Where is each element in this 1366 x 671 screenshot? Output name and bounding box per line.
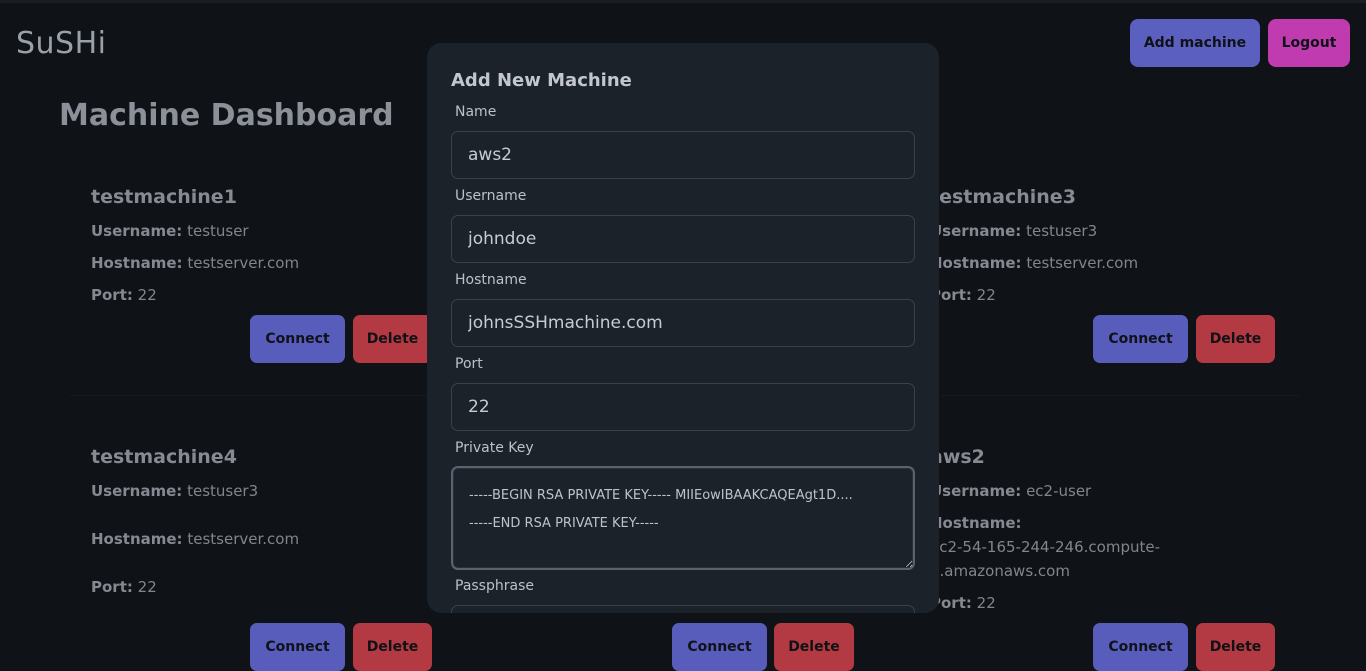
hostname-field[interactable] bbox=[451, 299, 915, 347]
machine-name: testmachine4 bbox=[91, 446, 237, 468]
name-label: Name bbox=[455, 104, 497, 120]
port-row: Port: 22 bbox=[930, 286, 996, 304]
passphrase-label: Passphrase bbox=[455, 578, 534, 594]
machine-card: testmachine1 Username: testuser Hostname… bbox=[91, 186, 432, 366]
page-title: Machine Dashboard bbox=[59, 98, 394, 133]
name-field[interactable] bbox=[451, 131, 915, 179]
logout-button[interactable]: Logout bbox=[1268, 19, 1350, 67]
username-row: Username: ec2-user bbox=[930, 482, 1092, 500]
machine-card: testmachine4 Username: testuser3 Hostnam… bbox=[91, 446, 432, 671]
username-row: Username: testuser3 bbox=[930, 222, 1098, 240]
connect-button[interactable]: Connect bbox=[1093, 315, 1188, 363]
port-row: Port: 22 bbox=[91, 578, 157, 596]
passphrase-field[interactable] bbox=[451, 605, 915, 613]
delete-button[interactable]: Delete bbox=[353, 623, 432, 671]
private-key-label: Private Key bbox=[455, 440, 534, 456]
hostname-row: Hostname: bbox=[930, 514, 1022, 532]
delete-button[interactable]: Delete bbox=[353, 315, 432, 363]
username-label: Username bbox=[455, 188, 527, 204]
app-logo: SuSHi bbox=[16, 26, 107, 61]
delete-button[interactable]: Delete bbox=[1196, 623, 1275, 671]
hostname-row: Hostname: testserver.com bbox=[930, 254, 1139, 272]
connect-button[interactable]: Connect bbox=[672, 623, 767, 671]
machine-card: testmachine3 Username: testuser3 Hostnam… bbox=[930, 186, 1280, 366]
delete-button[interactable]: Delete bbox=[1196, 315, 1275, 363]
top-strip bbox=[0, 0, 1366, 3]
connect-button[interactable]: Connect bbox=[250, 315, 345, 363]
modal-title: Add New Machine bbox=[451, 70, 632, 91]
username-row: Username: testuser3 bbox=[91, 482, 259, 500]
hostname-row: Hostname: testserver.com bbox=[91, 254, 300, 272]
machine-name: testmachine3 bbox=[930, 186, 1076, 208]
port-row: Port: 22 bbox=[91, 286, 157, 304]
port-field[interactable] bbox=[451, 383, 915, 431]
hostname-row: Hostname: testserver.com bbox=[91, 530, 300, 548]
add-machine-modal: Add New Machine Name Username Hostname P… bbox=[427, 43, 939, 613]
hostname-value-line2: 1.amazonaws.com bbox=[930, 562, 1070, 580]
username-row: Username: testuser bbox=[91, 222, 249, 240]
username-field[interactable] bbox=[451, 215, 915, 263]
machine-name: testmachine1 bbox=[91, 186, 237, 208]
hostname-value-line1: ec2-54-165-244-246.compute- bbox=[930, 538, 1161, 556]
machine-card: aws2 Username: ec2-user Hostname: ec2-54… bbox=[930, 446, 1280, 671]
connect-button[interactable]: Connect bbox=[250, 623, 345, 671]
hostname-label: Hostname bbox=[455, 272, 527, 288]
add-machine-button[interactable]: Add machine bbox=[1130, 19, 1260, 67]
connect-button[interactable]: Connect bbox=[1093, 623, 1188, 671]
port-row: Port: 22 bbox=[930, 594, 996, 612]
private-key-textarea[interactable]: -----BEGIN RSA PRIVATE KEY----- MIIEowIB… bbox=[451, 466, 915, 570]
port-label: Port bbox=[455, 356, 483, 372]
delete-button[interactable]: Delete bbox=[774, 623, 854, 671]
machine-name: aws2 bbox=[930, 446, 985, 468]
